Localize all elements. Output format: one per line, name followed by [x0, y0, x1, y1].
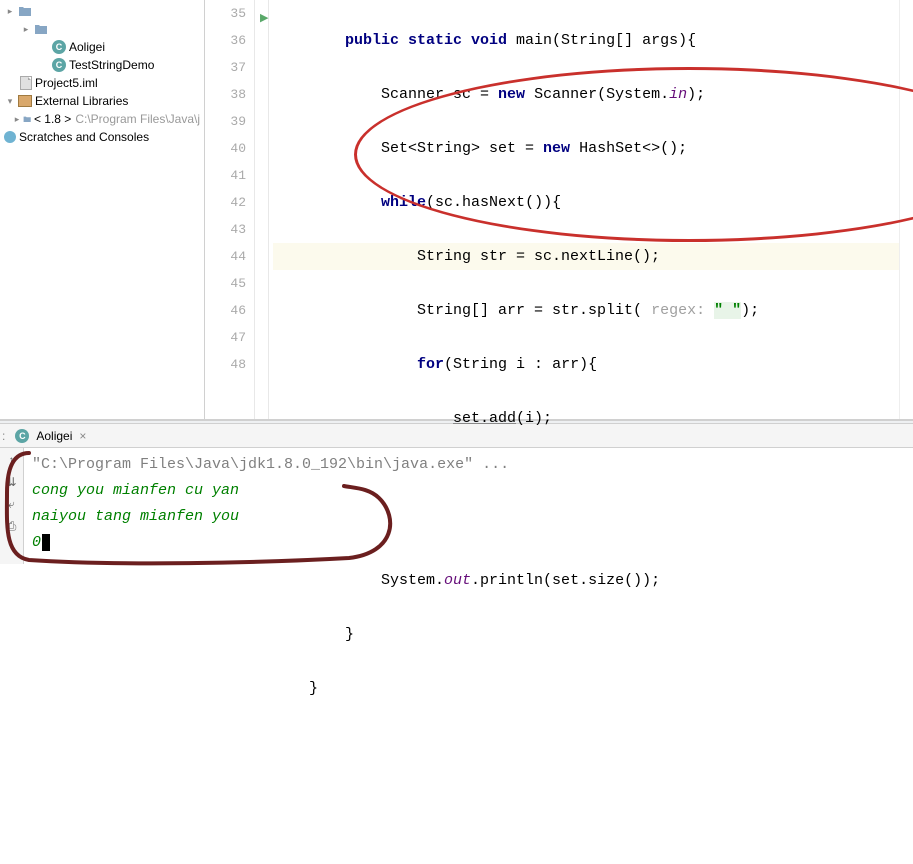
project-tree[interactable]: ▸ ▸ CAoligei CTestStringDemo Project5.im…	[0, 0, 205, 419]
line-number: 44	[205, 243, 254, 270]
gutter-markers	[255, 0, 269, 419]
tree-item-scratches[interactable]: Scratches and Consoles	[4, 128, 200, 146]
tree-toggle-icon[interactable]: ▸	[4, 5, 16, 17]
tree-suffix: C:\Program Files\Java\j	[75, 112, 200, 126]
class-icon: C	[15, 429, 29, 443]
folder-icon	[34, 22, 48, 36]
tree-item[interactable]: ▸	[4, 2, 200, 20]
close-icon[interactable]: ×	[79, 429, 86, 443]
scratch-icon	[4, 131, 16, 143]
run-gutter-icon[interactable]: ▶	[260, 6, 268, 33]
console-command-line: "C:\Program Files\Java\jdk1.8.0_192\bin\…	[32, 452, 905, 478]
tree-label: TestStringDemo	[69, 58, 154, 72]
tree-item[interactable]: ▸	[4, 20, 200, 38]
line-number: 37	[205, 54, 254, 81]
class-icon: C	[52, 58, 66, 72]
line-number: 40	[205, 135, 254, 162]
folder-icon	[23, 112, 31, 126]
tree-item-class[interactable]: CTestStringDemo	[4, 56, 200, 74]
line-gutter: 35▶ 36 37 38 39 40 41 42 43 44 45 46 47 …	[205, 0, 255, 419]
file-icon	[20, 76, 32, 90]
console-output[interactable]: "C:\Program Files\Java\jdk1.8.0_192\bin\…	[24, 448, 913, 564]
text-cursor	[42, 534, 50, 551]
code-content[interactable]: public static void main(String[] args){ …	[269, 0, 899, 419]
console-input-line: 0	[32, 530, 905, 556]
tree-item-external-libs[interactable]: ▾ External Libraries	[4, 92, 200, 110]
line-number: 35▶	[205, 0, 254, 27]
line-number: 47	[205, 324, 254, 351]
console-input-line: naiyou tang mianfen you	[32, 504, 905, 530]
line-number: 42	[205, 189, 254, 216]
line-number: 41	[205, 162, 254, 189]
tree-label: Scratches and Consoles	[19, 130, 149, 144]
line-number: 45	[205, 270, 254, 297]
scroll-up-icon[interactable]: ↑	[4, 452, 20, 468]
class-icon: C	[52, 40, 66, 54]
line-number: 38	[205, 81, 254, 108]
tree-label: Aoligei	[69, 40, 105, 54]
tree-label: Project5.iml	[35, 76, 98, 90]
line-number: 43	[205, 216, 254, 243]
right-gutter	[899, 0, 913, 419]
line-number: 36	[205, 27, 254, 54]
tree-label: < 1.8 >	[34, 112, 71, 126]
tree-item-jdk[interactable]: ▸ < 1.8 > C:\Program Files\Java\j	[4, 110, 200, 128]
print-icon[interactable]: ⎙	[4, 518, 20, 534]
library-icon	[18, 95, 32, 107]
folder-icon	[18, 4, 32, 18]
line-number: 39	[205, 108, 254, 135]
code-editor[interactable]: 35▶ 36 37 38 39 40 41 42 43 44 45 46 47 …	[205, 0, 913, 419]
line-number: 48	[205, 351, 254, 378]
soft-wrap-icon[interactable]: ⤶	[4, 496, 20, 512]
tree-item-file[interactable]: Project5.iml	[4, 74, 200, 92]
line-number: 46	[205, 297, 254, 324]
scroll-to-end-icon[interactable]: ⇊	[4, 474, 20, 490]
panel-label-prefix: :	[2, 429, 5, 443]
tree-toggle-icon[interactable]: ▾	[4, 95, 16, 107]
run-tab-label: Aoligei	[36, 429, 72, 443]
tree-toggle-icon[interactable]: ▸	[20, 23, 32, 35]
console-input-line: cong you mianfen cu yan	[32, 478, 905, 504]
tree-label: External Libraries	[35, 94, 128, 108]
tree-item-class[interactable]: CAoligei	[4, 38, 200, 56]
tree-toggle-icon[interactable]: ▸	[14, 113, 21, 125]
run-tab[interactable]: C Aoligei ×	[9, 429, 92, 443]
console-toolbar: ↑ ⇊ ⤶ ⎙	[0, 448, 24, 564]
